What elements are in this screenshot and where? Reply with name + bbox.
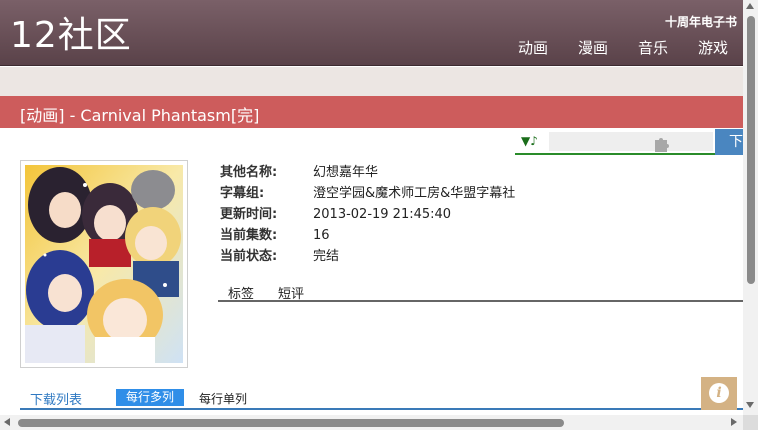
info-value: 2013-02-19 21:45:40 [313,207,452,222]
horizontal-scroll-thumb[interactable] [18,419,564,427]
info-row-updated: 更新时间: 2013-02-19 21:45:40 [220,204,515,225]
tab-tags[interactable]: 标签 [228,283,254,302]
anime-cover-art [25,165,183,363]
anniversary-ebook-link[interactable]: 十周年电子书 [665,13,737,30]
info-label: 字幕组: [220,186,265,201]
site-logo[interactable]: 12社区 [10,14,132,58]
info-value: 完结 [313,249,340,264]
mode-single-column-button[interactable]: 每行单列 [199,390,247,407]
plugin-placeholder[interactable] [549,132,713,152]
media-player-bar: ▼♪ [515,129,715,155]
download-button[interactable]: 下 [715,129,743,155]
scroll-up-icon[interactable] [746,3,754,9]
info-row-status: 当前状态: 完结 [220,246,515,267]
sub-header-bar [0,67,743,96]
info-value: 澄空学园&魔术师工房&华盟字幕社 [313,186,516,201]
volume-icon[interactable]: ▼♪ [521,134,538,148]
scroll-left-icon[interactable] [4,418,10,426]
tab-download-list[interactable]: 下载列表 [30,389,82,408]
info-row-alt-name: 其他名称: 幻想嘉年华 [220,162,515,183]
download-list-divider [20,408,743,410]
top-nav: 动画 漫画 音乐 游戏 [503,38,743,58]
nav-item-anime[interactable]: 动画 [503,38,563,58]
info-label: 更新时间: [220,207,278,222]
page-title-bar: [动画] - Carnival Phantasm[完] [0,96,743,128]
vertical-scrollbar[interactable] [743,0,758,415]
info-label: 当前状态: [220,249,278,264]
vertical-scroll-thumb[interactable] [747,16,755,284]
info-tabs: 标签 短评 [218,282,743,302]
info-row-subgroup: 字幕组: 澄空学园&魔术师工房&华盟字幕社 [220,183,515,204]
puzzle-icon [655,138,669,152]
horizontal-scrollbar[interactable] [0,415,743,430]
info-button[interactable]: i [701,377,737,410]
nav-item-game[interactable]: 游戏 [683,38,743,58]
info-label: 其他名称: [220,165,278,180]
info-icon: i [709,383,729,403]
site-header: 12社区 十周年电子书 动画 漫画 音乐 游戏 [0,0,743,66]
scroll-right-icon[interactable] [731,418,737,426]
tab-comments[interactable]: 短评 [278,283,304,302]
nav-item-comic[interactable]: 漫画 [563,38,623,58]
page-title: [动画] - Carnival Phantasm[完] [20,106,260,125]
info-value: 16 [313,228,330,243]
scrollbar-corner [743,415,758,430]
mode-multi-column-button[interactable]: 每行多列 [116,389,184,406]
anime-info: 其他名称: 幻想嘉年华 字幕组: 澄空学园&魔术师工房&华盟字幕社 更新时间: … [220,162,515,267]
info-row-episodes: 当前集数: 16 [220,225,515,246]
cover-image [20,160,188,368]
info-value: 幻想嘉年华 [313,165,379,180]
scroll-down-icon[interactable] [746,402,754,408]
info-label: 当前集数: [220,228,278,243]
nav-item-music[interactable]: 音乐 [623,38,683,58]
